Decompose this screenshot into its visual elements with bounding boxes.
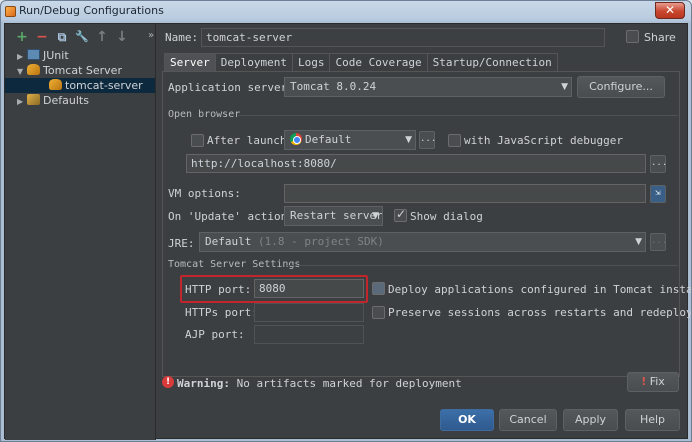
browser-value: Default bbox=[305, 133, 352, 146]
collapse-arrow-icon[interactable]: ▼ bbox=[17, 64, 27, 79]
show-dialog-checkbox[interactable] bbox=[394, 207, 407, 222]
tree-item-tomcat-server[interactable]: ▼ Tomcat Server bbox=[5, 63, 155, 78]
deploy-apps-checkbox[interactable] bbox=[372, 282, 385, 295]
ok-button[interactable]: OK bbox=[440, 409, 494, 431]
tab-code-coverage[interactable]: Code Coverage bbox=[329, 53, 428, 71]
js-debugger-checkbox[interactable] bbox=[448, 134, 461, 147]
after-launch-checkbox[interactable] bbox=[191, 134, 204, 147]
name-input[interactable]: tomcat-server bbox=[201, 28, 605, 47]
tree-item-label: tomcat-server bbox=[65, 79, 143, 92]
wrench-icon bbox=[27, 94, 40, 105]
warning-icon: ! bbox=[162, 376, 174, 388]
junit-icon bbox=[27, 49, 40, 60]
tomcat-icon bbox=[27, 64, 40, 75]
tree-item-label: Tomcat Server bbox=[43, 64, 122, 77]
show-dialog-label: Show dialog bbox=[410, 210, 483, 223]
dialog-window: Run/Debug Configurations ✕ + − ⧉ 🔧 ↑ ↓ ▶… bbox=[0, 0, 692, 442]
move-down-icon[interactable]: ↓ bbox=[113, 28, 131, 46]
tab-logs[interactable]: Logs bbox=[291, 53, 331, 71]
move-up-icon[interactable]: ↑ bbox=[93, 28, 111, 46]
http-port-highlight bbox=[180, 275, 368, 303]
cancel-button[interactable]: Cancel bbox=[499, 409, 557, 431]
expand-arrow-icon[interactable]: ▶ bbox=[17, 49, 27, 64]
warning-message: Warning: No artifacts marked for deploym… bbox=[177, 377, 462, 390]
tree-item-label: JUnit bbox=[43, 49, 69, 62]
close-button[interactable]: ✕ bbox=[655, 2, 685, 19]
config-tree-pane: + − ⧉ 🔧 ↑ ↓ ▶ JUnit ▼ Tomcat Server tomcat… bbox=[5, 24, 155, 440]
ajp-port-input[interactable] bbox=[254, 325, 364, 344]
tab-bar: Server Deployment Logs Code Coverage Sta… bbox=[164, 53, 558, 71]
jre-ellipsis-button[interactable]: ... bbox=[650, 233, 667, 251]
app-server-combo[interactable]: Tomcat 8.0.24 ▼ bbox=[284, 77, 572, 97]
jre-label: JRE: bbox=[168, 237, 195, 250]
tab-server[interactable]: Server bbox=[164, 53, 216, 71]
on-update-combo[interactable]: Restart server ▼ bbox=[284, 206, 383, 226]
configure-button[interactable]: Configure... bbox=[577, 76, 665, 98]
help-button[interactable]: Help bbox=[625, 409, 680, 431]
url-ellipsis-button[interactable]: ... bbox=[650, 155, 667, 173]
title-bar: Run/Debug Configurations ✕ bbox=[1, 1, 691, 23]
preserve-sessions-label: Preserve sessions across restarts and re… bbox=[388, 306, 692, 319]
jre-combo[interactable]: Default (1.8 - project SDK) ▼ bbox=[199, 232, 646, 252]
fix-button[interactable]: ! Fix bbox=[627, 372, 679, 392]
chrome-icon bbox=[290, 133, 302, 145]
ajp-port-label: AJP port: bbox=[185, 328, 245, 341]
tree-item-junit[interactable]: ▶ JUnit bbox=[5, 48, 155, 63]
remove-icon[interactable]: − bbox=[33, 28, 51, 46]
jre-hint: (1.8 - project SDK) bbox=[257, 235, 384, 248]
expand-arrow-icon[interactable]: ▶ bbox=[17, 94, 27, 109]
url-input[interactable]: http://localhost:8080/ bbox=[186, 154, 646, 173]
after-launch-label: After launch bbox=[207, 134, 287, 147]
wrench-icon[interactable]: 🔧 bbox=[73, 28, 91, 46]
tree-toolbar: + − ⧉ 🔧 ↑ ↓ bbox=[13, 28, 131, 46]
config-tree: ▶ JUnit ▼ Tomcat Server tomcat-server ▶ Def… bbox=[5, 48, 155, 108]
warning-text: No artifacts marked for deployment bbox=[236, 377, 462, 390]
tree-item-tomcat-server-config[interactable]: tomcat-server bbox=[5, 78, 155, 93]
tree-item-label: Defaults bbox=[43, 94, 89, 107]
name-label: Name: bbox=[165, 31, 199, 44]
js-debugger-label: with JavaScript debugger bbox=[464, 134, 623, 147]
pane-divider[interactable] bbox=[155, 24, 156, 440]
app-server-value: Tomcat 8.0.24 bbox=[290, 80, 377, 93]
https-port-input[interactable] bbox=[254, 303, 364, 322]
window-title: Run/Debug Configurations bbox=[19, 4, 164, 17]
dropdown-arrow-icon: ▼ bbox=[372, 211, 379, 221]
add-icon[interactable]: + bbox=[13, 28, 31, 46]
app-server-label: Application server: bbox=[168, 81, 294, 94]
dropdown-arrow-icon: ▼ bbox=[561, 82, 568, 92]
dropdown-arrow-icon: ▼ bbox=[635, 237, 642, 247]
dialog-body: + − ⧉ 🔧 ↑ ↓ ▶ JUnit ▼ Tomcat Server tomcat… bbox=[4, 23, 691, 440]
tomcat-icon bbox=[49, 79, 62, 90]
tab-deployment[interactable]: Deployment bbox=[214, 53, 293, 71]
dropdown-arrow-icon: ▼ bbox=[405, 135, 412, 145]
expand-field-button[interactable]: ⇲ bbox=[650, 185, 666, 203]
copy-icon[interactable]: ⧉ bbox=[53, 28, 71, 46]
share-label: Share bbox=[644, 31, 676, 44]
https-port-label: HTTPs port: bbox=[185, 306, 258, 319]
share-checkbox[interactable] bbox=[626, 30, 639, 43]
section-divider bbox=[287, 265, 678, 266]
jre-value: Default bbox=[205, 235, 252, 248]
vm-options-label: VM options: bbox=[168, 187, 241, 200]
browser-combo[interactable]: Default ▼ bbox=[284, 130, 416, 150]
preserve-sessions-checkbox[interactable] bbox=[372, 306, 385, 319]
tree-item-defaults[interactable]: ▶ Defaults bbox=[5, 93, 155, 108]
fix-label: Fix bbox=[649, 375, 665, 388]
deploy-apps-label: Deploy applications configured in Tomcat… bbox=[388, 283, 692, 296]
on-update-label: On 'Update' action: bbox=[168, 210, 294, 223]
warning-bold: Warning: bbox=[177, 377, 230, 390]
app-icon bbox=[5, 6, 16, 17]
section-divider bbox=[238, 115, 678, 116]
open-browser-title: Open browser bbox=[168, 109, 241, 120]
tab-startup-connection[interactable]: Startup/Connection bbox=[426, 53, 558, 71]
bulb-icon: ! bbox=[641, 375, 647, 388]
vm-options-input[interactable] bbox=[284, 184, 646, 203]
browser-ellipsis-button[interactable]: ... bbox=[419, 131, 436, 149]
apply-button[interactable]: Apply bbox=[563, 409, 618, 431]
tomcat-settings-title: Tomcat Server Settings bbox=[168, 259, 301, 270]
on-update-value: Restart server bbox=[290, 209, 383, 222]
more-icon[interactable]: » bbox=[148, 30, 154, 41]
